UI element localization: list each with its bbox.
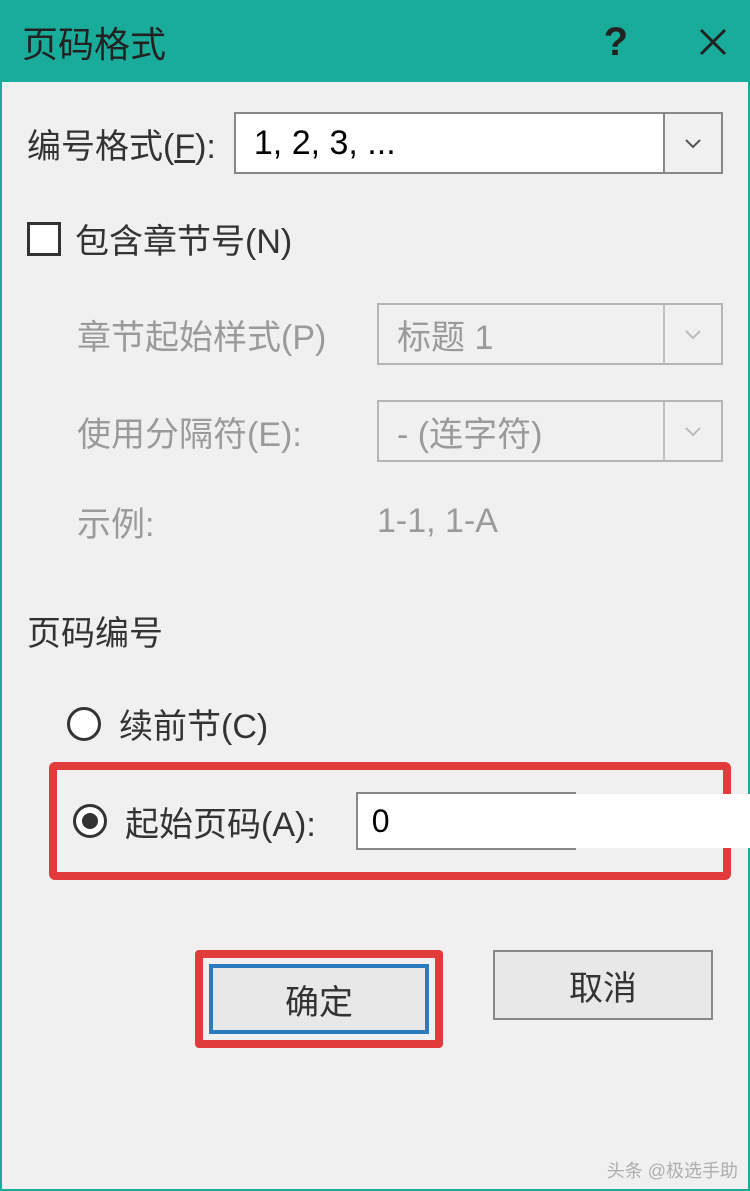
- chevron-down-icon: [663, 305, 721, 363]
- include-chapter-checkbox-row[interactable]: 包含章节号(N): [27, 214, 723, 263]
- chapter-start-style-label: 章节起始样式(P): [77, 310, 377, 359]
- separator-combo: - (连字符): [377, 400, 723, 462]
- chapter-start-style-value: 标题 1: [379, 310, 663, 359]
- start-at-input[interactable]: [358, 794, 750, 848]
- dialog-content: 编号格式(F): 1, 2, 3, ... 包含章节号(N) 章节起始样式(P)…: [2, 82, 748, 1068]
- include-chapter-checkbox[interactable]: [27, 222, 61, 256]
- number-format-combo[interactable]: 1, 2, 3, ...: [234, 112, 723, 174]
- start-at-radio[interactable]: [73, 804, 107, 838]
- example-row: 示例: 1-1, 1-A: [77, 497, 723, 546]
- page-numbering-group: 续前节(C) 起始页码(A):: [27, 685, 723, 880]
- close-icon[interactable]: [698, 27, 728, 57]
- ok-button-highlight: 确定: [195, 950, 443, 1048]
- page-numbering-section-title: 页码编号: [27, 606, 723, 655]
- number-format-value: 1, 2, 3, ...: [236, 124, 663, 163]
- watermark: 头条 @极选手助: [607, 1157, 738, 1183]
- continue-radio-label: 续前节(C): [119, 699, 268, 748]
- number-format-label: 编号格式(F):: [27, 119, 216, 168]
- titlebar: 页码格式 ?: [2, 2, 748, 82]
- cancel-button[interactable]: 取消: [493, 950, 713, 1020]
- separator-row: 使用分隔符(E): - (连字符): [77, 400, 723, 462]
- chapter-options-group: 章节起始样式(P) 标题 1 使用分隔符(E): - (连字符): [27, 303, 723, 546]
- ok-button[interactable]: 确定: [209, 964, 429, 1034]
- dialog-buttons: 确定 取消: [27, 950, 723, 1048]
- start-at-highlight: 起始页码(A):: [49, 762, 731, 880]
- separator-label: 使用分隔符(E):: [77, 407, 377, 456]
- separator-value: - (连字符): [379, 407, 663, 456]
- example-value: 1-1, 1-A: [377, 502, 498, 541]
- chevron-down-icon: [663, 402, 721, 460]
- chapter-start-style-combo: 标题 1: [377, 303, 723, 365]
- chapter-start-style-row: 章节起始样式(P) 标题 1: [77, 303, 723, 365]
- dialog-title: 页码格式: [22, 16, 604, 68]
- start-at-radio-row[interactable]: 起始页码(A):: [63, 778, 717, 864]
- chevron-down-icon: [663, 114, 721, 172]
- page-number-format-dialog: 页码格式 ? 编号格式(F): 1, 2, 3, ... 包含章节号(N): [0, 0, 750, 1191]
- start-at-radio-label: 起始页码(A):: [125, 797, 316, 846]
- example-label: 示例:: [77, 497, 377, 546]
- start-at-spinner[interactable]: [356, 792, 576, 850]
- continue-radio[interactable]: [67, 707, 101, 741]
- number-format-row: 编号格式(F): 1, 2, 3, ...: [27, 112, 723, 174]
- help-icon[interactable]: ?: [604, 20, 628, 65]
- include-chapter-label: 包含章节号(N): [75, 214, 292, 263]
- continue-radio-row[interactable]: 续前节(C): [57, 685, 723, 762]
